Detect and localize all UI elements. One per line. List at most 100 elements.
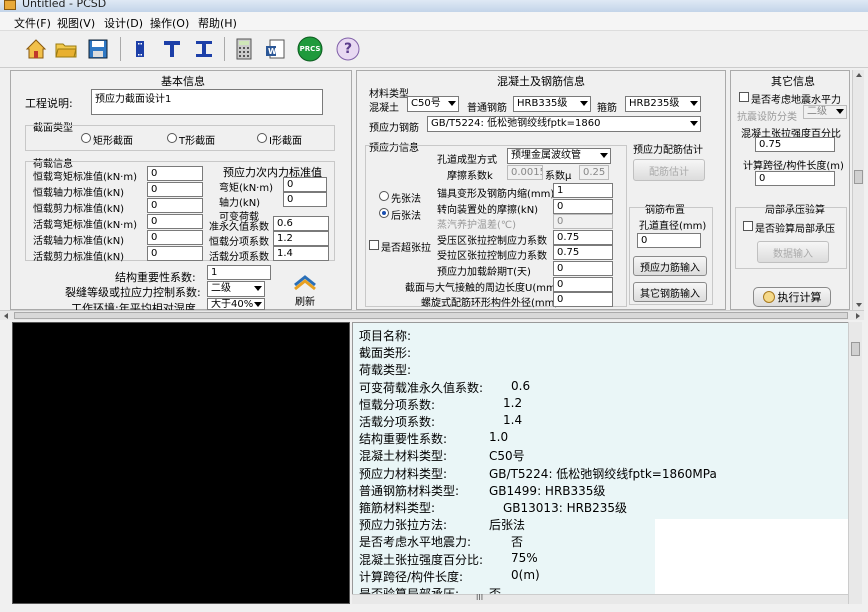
home-icon[interactable]	[22, 35, 50, 63]
chevron-down-icon	[254, 286, 262, 291]
calculator-icon[interactable]	[230, 35, 258, 63]
load-age-input[interactable]: 0	[553, 261, 613, 276]
graphics-console	[12, 322, 350, 604]
help-label: ?	[343, 41, 353, 57]
scroll-down-icon[interactable]	[856, 303, 862, 307]
scroll-left-icon[interactable]	[4, 313, 8, 319]
radio-rect-section[interactable]	[81, 133, 91, 143]
other-rebar-input-button[interactable]: 其它钢筋输入	[633, 282, 707, 302]
i-section-icon[interactable]	[190, 35, 218, 63]
output-line-value: 后张法	[489, 518, 526, 533]
save-icon[interactable]	[84, 35, 112, 63]
live-factor-label: 活载分项系数	[209, 252, 269, 263]
quasi-perm-label: 准永久值系数	[209, 222, 269, 233]
duct-select[interactable]: 预埋金属波纹管	[507, 148, 611, 164]
basic-info-title: 基本信息	[161, 75, 205, 88]
scroll-thumb[interactable]	[851, 342, 860, 356]
mu-input[interactable]: 0.25	[579, 165, 609, 180]
span-input[interactable]: 0	[755, 171, 835, 186]
output-line-value: 1.0	[489, 430, 509, 445]
over-tension-checkbox[interactable]	[369, 240, 379, 250]
scroll-right-icon[interactable]	[856, 313, 860, 319]
t-section-icon[interactable]	[158, 35, 186, 63]
hscroll-grip: III	[476, 593, 484, 602]
spiral-dia-input[interactable]: 0	[553, 292, 613, 307]
output-line-key: 计算跨径/构件长度:	[359, 569, 464, 584]
quasi-perm-input[interactable]: 0.6	[273, 216, 329, 231]
menu-bar: 文件(F) 视图(V) 设计(D) 操作(O) 帮助(H)	[0, 12, 868, 31]
live-shear-input[interactable]: 0	[147, 246, 203, 261]
prestress-input-button[interactable]: 预应力筋输入	[633, 256, 707, 276]
crack-select[interactable]: 二级	[207, 281, 265, 297]
concrete-title: 混凝土及钢筋信息	[497, 75, 585, 88]
menu-operate[interactable]: 操作(O)	[150, 15, 189, 31]
word-export-icon[interactable]: W	[262, 35, 290, 63]
environment-select[interactable]: 大于40%	[207, 298, 265, 310]
span-label: 计算跨径/构件长度(m)	[743, 161, 844, 172]
menu-file[interactable]: 文件(F)	[14, 15, 51, 31]
material-title: 材料类型	[369, 89, 409, 100]
svg-text:W: W	[268, 47, 277, 56]
menu-design[interactable]: 设计(D)	[104, 15, 143, 31]
execute-button[interactable]: 执行计算	[753, 287, 831, 307]
live-moment-input[interactable]: 0	[147, 214, 203, 229]
compression-coef-input[interactable]: 0.75	[553, 230, 613, 245]
concrete-label: 混凝土	[369, 103, 399, 114]
help-icon[interactable]: ?	[334, 35, 362, 63]
estimate-button[interactable]: 配筋估计	[633, 159, 705, 181]
seismic-class-select[interactable]: 二级	[803, 105, 847, 119]
radio-t-section[interactable]	[167, 133, 177, 143]
scroll-thumb[interactable]	[854, 170, 863, 184]
steam-curing-input[interactable]: 0	[553, 214, 613, 229]
refresh-icon[interactable]	[291, 271, 319, 293]
tension-pct-input[interactable]: 0.75	[755, 137, 835, 152]
data-input-button[interactable]: 数据输入	[757, 241, 829, 263]
other-info-title: 其它信息	[771, 75, 815, 88]
radio-pre-tension[interactable]	[379, 191, 389, 201]
secondary-axial-input[interactable]: 0	[283, 192, 327, 207]
dead-shear-input[interactable]: 0	[147, 198, 203, 213]
tension-coef-input[interactable]: 0.75	[553, 245, 613, 260]
duct-dia-input[interactable]: 0	[637, 233, 701, 248]
perimeter-input[interactable]: 0	[553, 277, 613, 292]
prcs-icon[interactable]: PRCS	[296, 35, 324, 63]
rect-section-icon[interactable]	[126, 35, 154, 63]
output-hscrollbar[interactable]: III	[352, 593, 848, 604]
check-icon	[762, 291, 775, 303]
importance-input[interactable]: 1	[207, 265, 271, 280]
secondary-moment-input[interactable]: 0	[283, 177, 327, 192]
menu-view[interactable]: 视图(V)	[57, 15, 95, 31]
deviator-friction-input[interactable]: 0	[553, 199, 613, 214]
radio-post-tension[interactable]	[379, 208, 389, 218]
local-bearing-checkbox[interactable]	[743, 221, 753, 231]
live-axial-input[interactable]: 0	[147, 230, 203, 245]
dead-factor-input[interactable]: 1.2	[273, 231, 329, 246]
dead-moment-input[interactable]: 0	[147, 166, 203, 181]
scroll-up-icon[interactable]	[856, 73, 862, 77]
concrete-select[interactable]: C50号	[407, 96, 459, 112]
live-factor-input[interactable]: 1.4	[273, 246, 329, 261]
upper-vscrollbar[interactable]	[852, 70, 864, 310]
rebar-select[interactable]: HRB335级	[513, 96, 591, 112]
output-line-value: 75%	[511, 550, 538, 565]
output-line-key: 活载分项系数:	[359, 415, 436, 429]
app-icon	[4, 0, 16, 10]
friction-k-input[interactable]: 0.0015	[507, 165, 543, 180]
radio-i-section[interactable]	[257, 133, 267, 143]
execute-label: 执行计算	[777, 291, 822, 304]
open-folder-icon[interactable]	[52, 35, 80, 63]
seismic-checkbox[interactable]	[739, 92, 749, 102]
perimeter-label: 截面与大气接触的周边长度U(mm)	[405, 283, 560, 294]
output-vscrollbar[interactable]	[848, 322, 862, 604]
mu-label: 系数μ	[545, 171, 572, 182]
project-input[interactable]: 预应力截面设计1	[91, 89, 323, 115]
prestress-select[interactable]: GB/T5224: 低松弛钢绞线fptk=1860	[427, 116, 701, 132]
menu-help[interactable]: 帮助(H)	[198, 15, 237, 31]
hscroll-thumb[interactable]	[14, 312, 848, 319]
seismic-class-value: 二级	[807, 106, 827, 117]
stirrup-select[interactable]: HRB235级	[625, 96, 701, 112]
refresh-label[interactable]: 刷新	[295, 293, 315, 308]
dead-axial-input[interactable]: 0	[147, 182, 203, 197]
anchor-deform-input[interactable]: 1	[553, 183, 613, 198]
upper-hscrollbar[interactable]	[0, 310, 864, 320]
